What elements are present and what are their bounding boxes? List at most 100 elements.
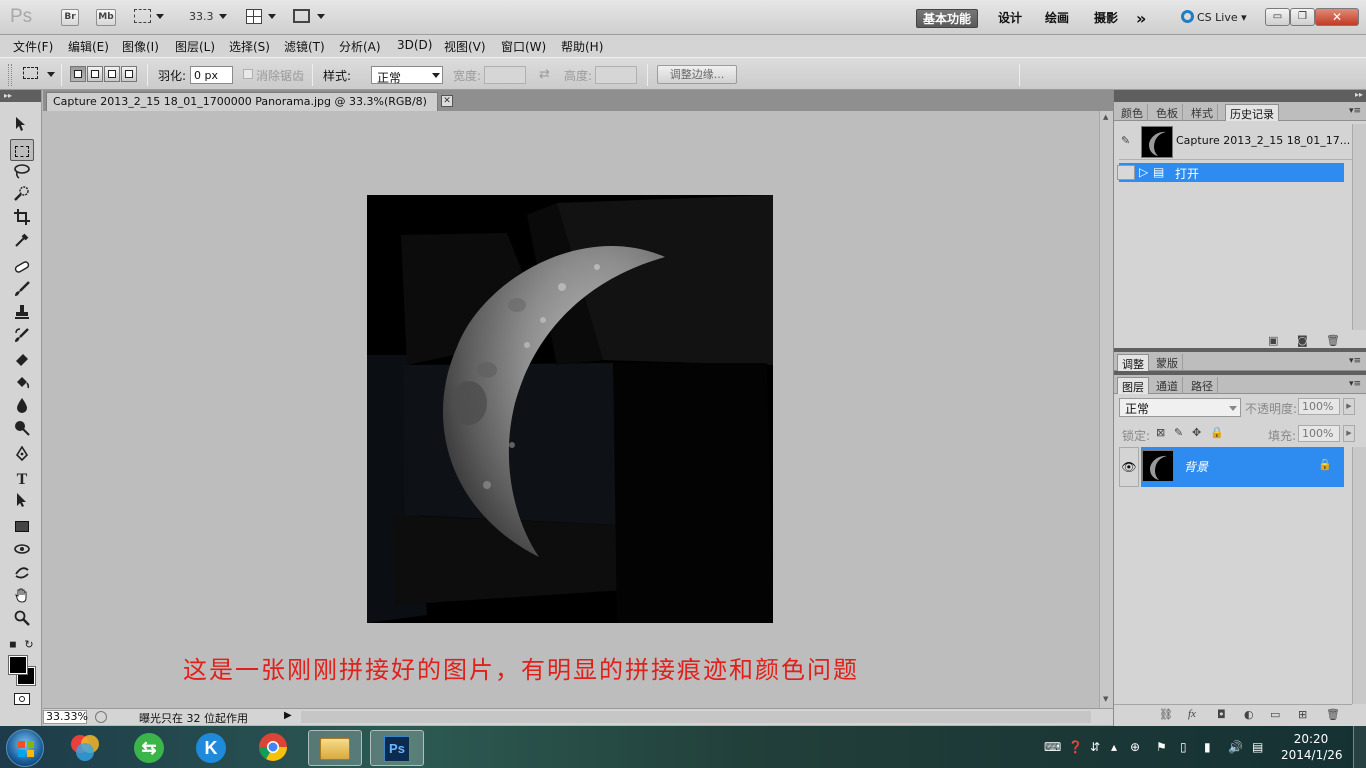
- menu-help[interactable]: 帮助(H): [561, 38, 603, 55]
- new-snapshot-icon[interactable]: ◙: [1297, 334, 1308, 347]
- minibridge-button[interactable]: Mb: [96, 9, 116, 26]
- link-layers-icon[interactable]: ⛓: [1159, 708, 1173, 721]
- foreground-color-swatch[interactable]: [8, 655, 28, 675]
- tab-paths[interactable]: 路径: [1187, 377, 1218, 394]
- height-input[interactable]: [595, 66, 637, 84]
- add-to-selection-icon[interactable]: [87, 66, 103, 82]
- tray-volume-icon[interactable]: 🔊: [1228, 740, 1243, 754]
- tray-app-icon[interactable]: ⊕: [1130, 740, 1140, 754]
- fill-input[interactable]: 100%: [1298, 425, 1340, 442]
- tab-color[interactable]: 颜色: [1117, 104, 1148, 121]
- antialias-checkbox[interactable]: [243, 69, 253, 79]
- quick-selection-tool-icon[interactable]: [10, 186, 34, 208]
- tab-channels[interactable]: 通道: [1152, 377, 1183, 394]
- scroll-down-icon[interactable]: ▼: [1103, 695, 1108, 703]
- 3d-orbit-tool-icon[interactable]: [10, 564, 34, 586]
- chevron-down-icon[interactable]: [219, 14, 227, 19]
- tray-input-method-icon[interactable]: ▤: [1252, 740, 1263, 754]
- workspace-photography[interactable]: 摄影: [1088, 9, 1124, 28]
- taskbar-photoshop-button[interactable]: Ps: [370, 730, 424, 766]
- tab-swatches[interactable]: 色板: [1152, 104, 1183, 121]
- layers-scrollbar[interactable]: [1352, 447, 1366, 704]
- vertical-scrollbar[interactable]: ▲ ▼: [1099, 111, 1113, 708]
- lock-all-icon[interactable]: 🔒: [1210, 426, 1224, 439]
- dodge-tool-icon[interactable]: [10, 420, 34, 442]
- new-selection-icon[interactable]: [70, 66, 86, 82]
- default-colors-icon[interactable]: ◼: [6, 634, 20, 656]
- scroll-up-icon[interactable]: ▲: [1103, 113, 1108, 121]
- rectangle-tool-icon[interactable]: [10, 515, 34, 537]
- panel-menu-icon[interactable]: ▾≡: [1349, 106, 1361, 116]
- tray-show-hidden-icon[interactable]: ▴: [1111, 740, 1117, 754]
- menu-window[interactable]: 窗口(W): [501, 38, 546, 55]
- history-snapshot-row[interactable]: ✎ Capture 2013_2_15 18_01_17...: [1119, 124, 1352, 160]
- status-info-icon[interactable]: [95, 711, 107, 723]
- minimize-button[interactable]: ▭: [1265, 8, 1290, 26]
- screen-mode-icon[interactable]: [293, 9, 310, 23]
- history-state-open[interactable]: ▷ ▤ 打开: [1117, 163, 1344, 182]
- blend-mode-select[interactable]: 正常: [1119, 398, 1241, 417]
- style-select[interactable]: 正常: [371, 66, 443, 85]
- more-workspaces-icon[interactable]: »: [1130, 9, 1152, 28]
- rectangular-marquee-tool-icon[interactable]: [10, 139, 34, 161]
- options-grip[interactable]: [8, 64, 12, 86]
- menu-analysis[interactable]: 分析(A): [339, 38, 381, 55]
- panel-menu-icon[interactable]: ▾≡: [1349, 379, 1361, 389]
- bridge-button[interactable]: Br: [61, 9, 79, 26]
- new-document-from-state-icon[interactable]: ▣: [1268, 334, 1278, 347]
- paint-bucket-tool-icon[interactable]: [10, 374, 34, 396]
- subtract-from-selection-icon[interactable]: [104, 66, 120, 82]
- pinned-explorer-icon[interactable]: [308, 730, 362, 766]
- close-document-icon[interactable]: ✕: [441, 95, 453, 107]
- pinned-browser-icon[interactable]: ⇆: [122, 730, 176, 766]
- intersect-selection-icon[interactable]: [121, 66, 137, 82]
- eyedropper-tool-icon[interactable]: [10, 232, 34, 254]
- type-tool-icon[interactable]: T: [10, 469, 34, 491]
- panel-dock-strip[interactable]: ▸▸: [1114, 90, 1366, 102]
- history-brush-source-icon[interactable]: ✎: [1121, 134, 1130, 147]
- opacity-slider-arrow-icon[interactable]: ▶: [1343, 398, 1355, 415]
- eraser-tool-icon[interactable]: [10, 350, 34, 372]
- clone-stamp-tool-icon[interactable]: [10, 304, 34, 326]
- tab-masks[interactable]: 蒙版: [1152, 354, 1183, 371]
- start-button[interactable]: [6, 729, 44, 767]
- arrange-documents-icon[interactable]: [246, 9, 262, 24]
- hand-tool-icon[interactable]: [10, 587, 34, 609]
- tray-network-icon[interactable]: ⇵: [1090, 740, 1100, 754]
- history-scrollbar[interactable]: [1352, 124, 1366, 330]
- horizontal-scrollbar[interactable]: [301, 711, 1091, 723]
- panel-menu-icon[interactable]: ▾≡: [1349, 356, 1361, 366]
- width-input[interactable]: [484, 66, 526, 84]
- new-group-icon[interactable]: ▭: [1270, 708, 1280, 721]
- add-mask-icon[interactable]: ◘: [1217, 708, 1226, 721]
- refine-edge-button[interactable]: 调整边缘...: [657, 65, 737, 84]
- document-tab[interactable]: Capture 2013_2_15 18_01_1700000 Panorama…: [46, 92, 453, 111]
- tab-layers[interactable]: 图层: [1117, 377, 1149, 394]
- menu-3d[interactable]: 3D(D): [397, 38, 432, 52]
- status-menu-arrow-icon[interactable]: ▶: [284, 710, 292, 721]
- tab-history[interactable]: 历史记录: [1225, 104, 1279, 121]
- tab-adjustments[interactable]: 调整: [1117, 354, 1149, 371]
- crop-tool-icon[interactable]: [10, 209, 34, 231]
- cs-live-menu[interactable]: CS Live ▾: [1181, 10, 1247, 24]
- tray-keyboard-icon[interactable]: ⌨: [1044, 740, 1061, 754]
- tray-signal-icon[interactable]: ▮: [1204, 740, 1211, 754]
- pinned-kugou-icon[interactable]: K: [184, 730, 238, 766]
- swap-colors-icon[interactable]: ↻: [22, 634, 36, 656]
- opacity-input[interactable]: 100%: [1298, 398, 1340, 415]
- path-selection-tool-icon[interactable]: [10, 492, 34, 514]
- pinned-chrome-icon[interactable]: [246, 730, 300, 766]
- tray-help-icon[interactable]: ❓: [1068, 740, 1083, 754]
- restore-button[interactable]: ❐: [1290, 8, 1315, 26]
- menu-image[interactable]: 图像(I): [122, 38, 159, 55]
- layer-background[interactable]: 背景 🔒: [1141, 447, 1344, 487]
- layer-visibility-eye-icon[interactable]: 👁: [1119, 447, 1139, 487]
- quick-mask-icon[interactable]: [10, 687, 34, 709]
- move-tool-icon[interactable]: [10, 116, 34, 138]
- marquee-preset-icon[interactable]: [23, 67, 38, 79]
- zoom-tool-icon[interactable]: [10, 610, 34, 632]
- lock-transparency-icon[interactable]: ⊠: [1156, 426, 1165, 439]
- 3d-rotate-tool-icon[interactable]: [10, 541, 34, 563]
- tray-device-icon[interactable]: ▯: [1180, 740, 1187, 754]
- tools-panel-header[interactable]: ▸▸: [0, 90, 41, 102]
